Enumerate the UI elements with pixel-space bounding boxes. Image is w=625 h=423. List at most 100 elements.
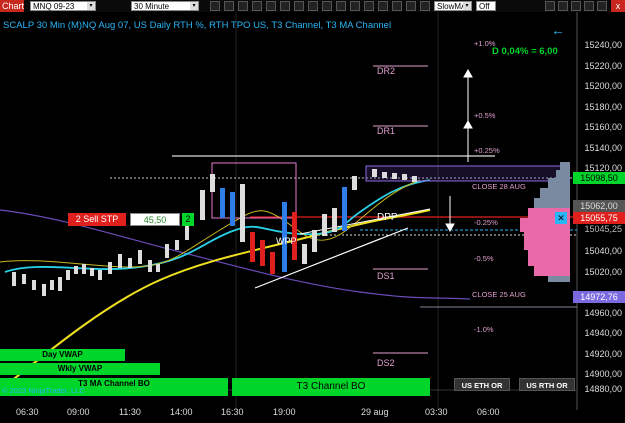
candle bbox=[312, 230, 317, 252]
toolbar-button[interactable] bbox=[571, 1, 581, 11]
sell-stop-order[interactable]: 2 Sell STP bbox=[68, 213, 126, 226]
toolbar-button[interactable] bbox=[378, 1, 388, 11]
toolbar-button[interactable] bbox=[420, 1, 430, 11]
toolbar-button[interactable] bbox=[545, 1, 555, 11]
candle bbox=[270, 252, 275, 274]
price-tick: 15200,00 bbox=[584, 81, 622, 91]
toolbar-button[interactable] bbox=[280, 1, 290, 11]
toolbar-button[interactable] bbox=[584, 1, 594, 11]
toolbar-button[interactable] bbox=[294, 1, 304, 11]
toolbar-button[interactable] bbox=[252, 1, 262, 11]
toolbar-button[interactable] bbox=[308, 1, 318, 11]
toolbar-button[interactable] bbox=[210, 1, 220, 11]
candle bbox=[58, 277, 62, 291]
t3-channel-bo-button[interactable]: T3 Channel BO bbox=[232, 378, 430, 396]
candle bbox=[392, 173, 397, 179]
candle bbox=[175, 240, 179, 250]
toolbar-button[interactable] bbox=[406, 1, 416, 11]
candlesticks bbox=[12, 169, 417, 296]
candle bbox=[50, 280, 54, 290]
vwap-line bbox=[4, 179, 431, 273]
candle bbox=[220, 188, 225, 218]
time-tick: 11:30 bbox=[119, 407, 141, 417]
close-label: CLOSE 28 AUG bbox=[472, 182, 526, 191]
dr2-label: DR2 bbox=[377, 66, 396, 76]
order-price[interactable]: 45,50 bbox=[130, 213, 180, 226]
pct-level-label: -1.0% bbox=[474, 325, 494, 334]
pct-level-label: +0.25% bbox=[474, 146, 500, 155]
candle bbox=[302, 244, 307, 264]
ds1-label: DS1 bbox=[377, 271, 395, 281]
toolbar-button[interactable] bbox=[322, 1, 332, 11]
day-vwap-button[interactable]: Day VWAP bbox=[0, 349, 125, 361]
low-price-tag: 14972,76 bbox=[573, 291, 625, 303]
time-tick: 16:30 bbox=[221, 407, 244, 417]
candle bbox=[382, 172, 387, 178]
profile-bar bbox=[534, 266, 570, 276]
indicator-value: SlowMA bbox=[437, 2, 467, 11]
chevron-down-icon[interactable]: ▾ bbox=[87, 2, 95, 10]
candle bbox=[22, 274, 26, 284]
interval-selector[interactable]: 30 Minute ▾ bbox=[131, 1, 199, 11]
profile-bar bbox=[524, 232, 570, 250]
pct-level-label: -0.5% bbox=[474, 254, 494, 263]
us-rth-or-button[interactable]: US RTH OR bbox=[519, 378, 575, 391]
toggle-value: Off bbox=[479, 2, 490, 11]
last-price-tag: 15098,50 bbox=[573, 172, 625, 184]
candle bbox=[260, 240, 265, 266]
candle bbox=[250, 232, 255, 262]
close-order-icon[interactable]: ✕ bbox=[555, 212, 567, 224]
arrow-up-icon bbox=[463, 119, 473, 129]
toolbar-button[interactable] bbox=[392, 1, 402, 11]
candle bbox=[118, 254, 122, 268]
toolbar-button[interactable] bbox=[224, 1, 234, 11]
chevron-down-icon[interactable]: ▾ bbox=[463, 2, 471, 10]
toolbar-button[interactable] bbox=[364, 1, 374, 11]
price-tick: 14960,00 bbox=[584, 308, 622, 318]
pct-level-label: +1.0% bbox=[474, 39, 496, 48]
candle bbox=[240, 184, 245, 242]
candle bbox=[332, 208, 337, 232]
price-tick: 15045,25 bbox=[584, 224, 622, 234]
us-eth-or-button[interactable]: US ETH OR bbox=[454, 378, 510, 391]
price-tick: 15180,00 bbox=[584, 102, 622, 112]
candle bbox=[412, 176, 417, 182]
profile-bar bbox=[534, 198, 570, 208]
toolbar-button[interactable] bbox=[558, 1, 568, 11]
toolbar-button[interactable] bbox=[266, 1, 276, 11]
instrument-selector[interactable]: MNQ 09-23 ▾ bbox=[30, 1, 96, 11]
arrow-up-icon bbox=[463, 68, 473, 78]
change-readout: D 0,04% = 6,00 bbox=[492, 46, 558, 57]
chevron-down-icon[interactable]: ▾ bbox=[190, 2, 198, 10]
profile-bar bbox=[548, 178, 570, 188]
profile-bar bbox=[548, 276, 570, 282]
candle bbox=[342, 187, 347, 231]
weekly-vwap-button[interactable]: Wkly VWAP bbox=[0, 363, 160, 375]
order-quantity[interactable]: 2 bbox=[182, 213, 194, 226]
price-tick: 15040,00 bbox=[584, 246, 622, 256]
back-arrow-icon[interactable]: ← bbox=[551, 22, 565, 38]
time-tick: 29 aug bbox=[361, 407, 389, 417]
toggle-selector[interactable]: Off bbox=[476, 1, 496, 11]
chart-tab[interactable]: Chart bbox=[0, 0, 24, 12]
candle bbox=[66, 270, 70, 280]
instrument-value: MNQ 09-23 bbox=[33, 2, 75, 11]
toolbar-button[interactable] bbox=[350, 1, 360, 11]
toolbar-button[interactable] bbox=[336, 1, 346, 11]
profile-bar bbox=[560, 162, 570, 170]
pct-level-label: +0.5% bbox=[474, 111, 496, 120]
candle bbox=[156, 264, 160, 272]
time-tick: 06:00 bbox=[477, 407, 500, 417]
candle bbox=[74, 266, 78, 274]
price-tick: 15220,00 bbox=[584, 61, 622, 71]
candle bbox=[210, 174, 215, 192]
close-label: CLOSE 25 AUG bbox=[472, 290, 526, 299]
candle bbox=[138, 250, 142, 264]
price-tick: 15020,00 bbox=[584, 267, 622, 277]
indicator-selector[interactable]: SlowMA ▾ bbox=[434, 1, 472, 11]
candle bbox=[200, 190, 205, 220]
toolbar-button[interactable] bbox=[597, 1, 607, 11]
interval-value: 30 Minute bbox=[134, 2, 170, 11]
close-icon[interactable]: x bbox=[611, 0, 625, 12]
toolbar-button[interactable] bbox=[238, 1, 248, 11]
